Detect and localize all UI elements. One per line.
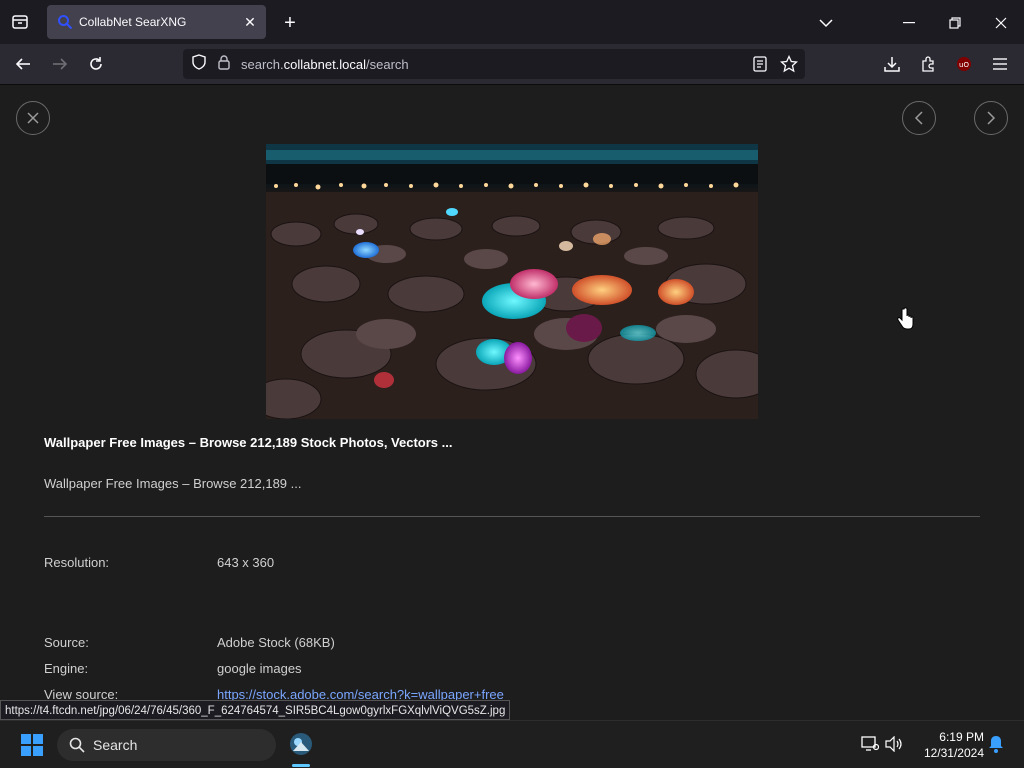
- window-close-icon[interactable]: [990, 12, 1012, 34]
- chevron-right-icon: [987, 111, 996, 125]
- pebble-beach-image: [266, 144, 758, 419]
- next-image-button[interactable]: [974, 101, 1008, 135]
- tab-close-icon[interactable]: ✕: [242, 14, 258, 30]
- url-path: /search: [366, 56, 409, 72]
- back-arrow-icon[interactable]: [12, 53, 34, 75]
- windows-taskbar: Search 6:19 PM 12/31/2024: [0, 720, 1024, 768]
- chevron-left-icon: [914, 111, 923, 125]
- new-tab-icon[interactable]: +: [279, 12, 301, 34]
- reload-icon[interactable]: [85, 53, 107, 75]
- tab-searxng[interactable]: CollabNet SearXNG ✕: [47, 5, 266, 39]
- result-title[interactable]: Wallpaper Free Images – Browse 212,189 S…: [44, 435, 452, 450]
- url-bar[interactable]: search.collabnet.local/search: [183, 49, 805, 79]
- taskbar-search-box[interactable]: Search: [57, 729, 276, 761]
- forward-arrow-icon[interactable]: [49, 53, 71, 75]
- svg-text:uO: uO: [959, 61, 969, 69]
- tab-title: CollabNet SearXNG: [79, 15, 187, 29]
- tab-overview-icon[interactable]: [8, 10, 32, 34]
- url-prefix: search.: [241, 56, 284, 72]
- active-app-indicator: [292, 764, 310, 767]
- search-label: Search: [93, 737, 138, 753]
- status-url-tooltip: https://t4.ftcdn.net/jpg/06/24/76/45/360…: [0, 700, 511, 720]
- image-detail-panel: Wallpaper Free Images – Browse 212,189 S…: [0, 85, 1024, 720]
- close-icon: [27, 112, 39, 124]
- url-text[interactable]: search.collabnet.local/search: [241, 57, 409, 72]
- shield-icon[interactable]: [191, 53, 207, 75]
- close-detail-button[interactable]: [16, 101, 50, 135]
- downloads-icon[interactable]: [881, 53, 903, 75]
- engine-value: google images: [217, 661, 302, 676]
- system-clock[interactable]: 6:19 PM 12/31/2024: [912, 729, 984, 761]
- extensions-icon[interactable]: [917, 53, 939, 75]
- tab-strip: CollabNet SearXNG ✕ +: [0, 0, 1024, 44]
- ublock-origin-icon[interactable]: uO: [953, 53, 975, 75]
- restore-icon[interactable]: [944, 12, 966, 34]
- url-host: collabnet.local: [283, 56, 367, 72]
- list-all-tabs-icon[interactable]: [815, 12, 837, 34]
- source-label: Source:: [44, 635, 89, 650]
- minimize-icon[interactable]: [898, 12, 920, 34]
- result-image-preview[interactable]: [266, 144, 758, 419]
- searxng-favicon-icon: [58, 15, 73, 30]
- windows-start-icon[interactable]: [20, 733, 44, 757]
- engine-label: Engine:: [44, 661, 89, 676]
- clock-time: 6:19 PM: [939, 730, 984, 744]
- reader-view-icon[interactable]: [753, 56, 767, 77]
- lock-icon[interactable]: [217, 54, 231, 75]
- search-icon: [69, 737, 85, 753]
- clock-date: 12/31/2024: [923, 746, 984, 760]
- taskbar-app-icon[interactable]: [286, 729, 316, 759]
- resolution-value: 643 x 360: [217, 555, 275, 570]
- menu-hamburger-icon[interactable]: [989, 53, 1011, 75]
- bookmark-star-icon[interactable]: [779, 54, 799, 78]
- previous-image-button[interactable]: [902, 101, 936, 135]
- volume-icon[interactable]: [884, 734, 904, 754]
- notification-bell-icon[interactable]: [986, 734, 1006, 754]
- hand-cursor-icon: [897, 307, 914, 330]
- resolution-label: Resolution:: [44, 555, 110, 570]
- result-divider: [44, 516, 980, 517]
- source-value: Adobe Stock (68KB): [217, 635, 335, 650]
- navigation-toolbar: search.collabnet.local/search uO: [0, 44, 1024, 84]
- result-description: Wallpaper Free Images – Browse 212,189 .…: [44, 476, 302, 491]
- network-icon[interactable]: [860, 734, 880, 754]
